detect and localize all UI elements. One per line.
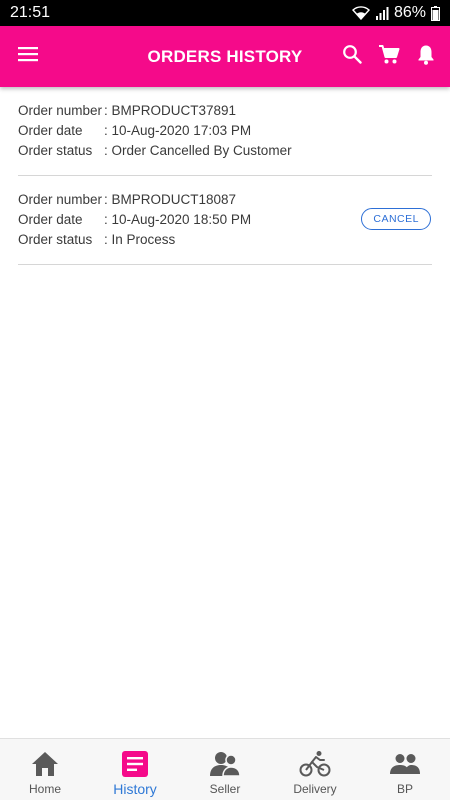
nav-label-seller: Seller (209, 782, 241, 796)
nav-item-history[interactable]: History (90, 739, 180, 800)
order-date-label: Order date (18, 123, 83, 138)
bottom-nav: Home History Seller Delivery BP (0, 738, 450, 800)
status-bar: 21:51 86% (0, 0, 450, 26)
nav-label-home: Home (28, 782, 61, 796)
order-number-row: Order number : BMPRODUCT18087 (18, 190, 432, 210)
order-number-value: : BMPRODUCT18087 (104, 192, 237, 207)
nav-label-history: History (113, 781, 157, 797)
nav-label-delivery: Delivery (293, 782, 337, 796)
order-status-label: Order status (18, 232, 93, 247)
order-card: Order number : BMPRODUCT18087 Order date… (18, 176, 432, 265)
signal-icon (375, 6, 389, 20)
bicycle-icon (299, 748, 331, 780)
order-card: Order number : BMPRODUCT37891 Order date… (18, 87, 432, 176)
order-number-label: Order number (18, 103, 103, 118)
nav-item-delivery[interactable]: Delivery (270, 739, 360, 800)
history-icon (122, 748, 148, 780)
battery-level: 86% (393, 4, 426, 21)
order-date-label: Order date (18, 212, 83, 227)
wifi-icon (351, 6, 370, 20)
home-icon (31, 748, 59, 780)
people-icon (390, 748, 420, 780)
order-number-row: Order number : BMPRODUCT37891 (18, 101, 432, 121)
cart-icon (378, 44, 400, 70)
search-icon (342, 44, 362, 69)
order-status-value: : Order Cancelled By Customer (104, 143, 292, 158)
bell-icon (417, 44, 435, 70)
order-status-row: Order status : In Process (18, 230, 432, 250)
cart-button[interactable] (370, 26, 407, 87)
cancel-order-button[interactable]: CANCEL (361, 208, 431, 230)
order-date-value: : 10-Aug-2020 17:03 PM (104, 123, 252, 138)
nav-item-home[interactable]: Home (0, 739, 90, 800)
order-date-value: : 10-Aug-2020 18:50 PM (104, 212, 252, 227)
nav-item-seller[interactable]: Seller (180, 739, 270, 800)
orders-list: Order number : BMPRODUCT37891 Order date… (0, 87, 450, 265)
seller-icon (210, 748, 240, 780)
status-time: 21:51 (10, 4, 51, 21)
status-icons: 86% (351, 4, 440, 22)
nav-label-bp: BP (396, 782, 413, 796)
app-bar-actions (333, 26, 450, 87)
search-button[interactable] (333, 26, 370, 87)
battery-icon (431, 5, 440, 21)
app-bar: ORDERS HISTORY (0, 26, 450, 87)
order-status-row: Order status : Order Cancelled By Custom… (18, 141, 432, 161)
menu-icon (18, 46, 38, 67)
order-date-row: Order date : 10-Aug-2020 17:03 PM (18, 121, 432, 141)
nav-item-bp[interactable]: BP (360, 739, 450, 800)
menu-button[interactable] (0, 26, 56, 87)
order-status-label: Order status (18, 143, 93, 158)
order-number-value: : BMPRODUCT37891 (104, 103, 237, 118)
order-number-label: Order number (18, 192, 103, 207)
notifications-button[interactable] (407, 26, 444, 87)
order-status-value: : In Process (104, 232, 176, 247)
